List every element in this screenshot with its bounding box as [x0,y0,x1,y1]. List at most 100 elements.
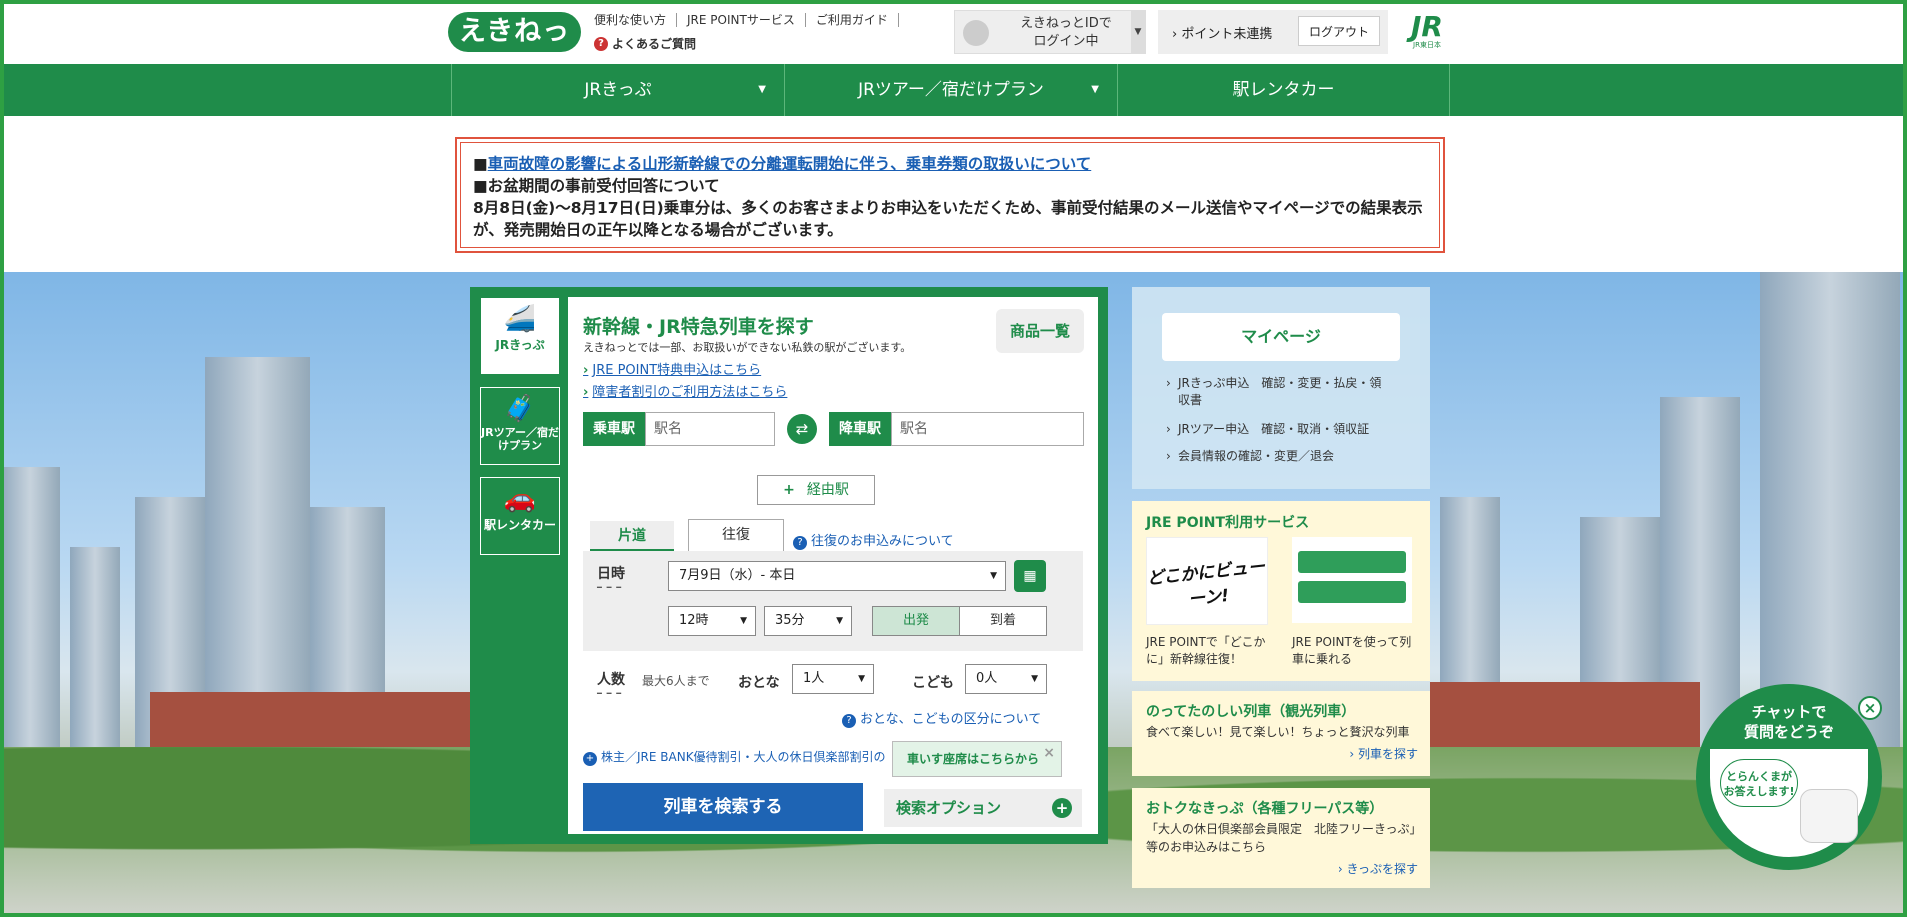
chat-widget[interactable]: チャットで 質問をどうぞ とらんくまが お答えします! [1696,684,1882,870]
pax-label-underline: ━ ━ ━ [597,689,623,698]
to-station-label: 降車駅 [829,412,891,446]
close-icon[interactable]: × [1858,696,1882,720]
promo-sightseeing-train[interactable]: のってたのしい列車（観光列車） 食べて楽しい！見て楽しい！ちょっと贅沢な列車 ›… [1132,691,1430,776]
promo-free-pass-link[interactable]: › きっぷを探す [1338,860,1418,877]
age-help-link[interactable]: ? おとな、こどもの区分について [842,708,1041,728]
header-links: 便利な使い方 JRE POINTサービス ご利用ガイド [594,13,899,27]
pax-label-text: 人数 [597,672,625,688]
date-select[interactable]: 7月9日（水）- 本日 ▼ [668,561,1006,591]
point-status[interactable]: › ポイント未連携 [1172,23,1272,42]
notice-line-1: ■車両故障の影響による山形新幹線での分離運転開始に伴う、乗車券類の取扱いについて [473,155,1092,173]
wheelchair-tooltip-text: 車いす座席はこちらから [907,752,1040,766]
minute-value: 35分 [775,613,805,628]
logout-button[interactable]: ログアウト [1298,16,1380,46]
jre-point-box: JRE POINT利用サービス どこかにビューーン! JRE POINTで「どこ… [1132,501,1430,681]
child-value: 0人 [976,671,998,686]
nav-jr-tour-label: JRツアー／宿だけプラン [858,80,1044,100]
chevron-down-icon: ▼ [1031,674,1038,684]
mypage-button[interactable]: マイページ [1162,313,1400,361]
notice-link[interactable]: 車両故障の影響による山形新幹線での分離運転開始に伴う、乗車券類の取扱いについて [488,155,1092,173]
login-status-text: えきねっとIDで ログイン中 [1011,15,1121,51]
discount-link[interactable]: + 株主／JRE BANK優待割引・大人の休日倶楽部割引の [583,748,886,766]
minute-select[interactable]: 35分 ▼ [764,606,852,636]
notice-body: 8月8日(金)～8月17日(日)乗車分は、多くのお客さまよりお申込をいただくため… [473,199,1423,239]
promo-free-pass[interactable]: おトクなきっぷ（各種フリーパス等） 「大人の休日倶楽部会員限定 北陸フリーきっぷ… [1132,788,1430,888]
close-icon[interactable]: × [1043,736,1055,770]
calendar-icon[interactable]: ▦ [1014,560,1046,592]
faq-label: よくあるご質問 [612,37,697,51]
ticket-card-icon [1298,551,1406,573]
chevron-down-icon: ▼ [858,674,865,684]
header-link-howto[interactable]: 便利な使い方 [594,13,678,27]
suitcase-icon: 🧳 [503,394,537,424]
to-station-input[interactable]: 駅名 [891,412,1084,446]
search-form: 新幹線・JR特急列車を探す えきねっとでは一部、お取扱いができない私鉄の駅がござ… [568,297,1098,834]
hour-select[interactable]: 12時 ▼ [668,606,756,636]
mypage-link-ticket[interactable]: JRきっぷ申込 確認・変更・払戻・領収書 [1166,375,1388,409]
login-status-line1: えきねっとIDで [1020,16,1112,31]
disability-discount-link-label: 障害者割引のご利用方法はこちら [592,385,788,400]
chevron-right-icon: › [583,385,589,400]
promo-free-pass-link-label: きっぷを探す [1346,862,1418,876]
swap-stations-icon[interactable]: ⇄ [787,414,817,444]
mypage-link-member[interactable]: 会員情報の確認・変更／退会 [1166,448,1388,465]
question-icon: ? [793,536,807,550]
jre-point-title: JRE POINT利用サービス [1146,515,1310,531]
side-tab-jr-tour[interactable]: 🧳 JRツアー／宿だけプラン [480,387,560,465]
side-tab-jr-ticket[interactable]: 🚄 JRきっぷ [480,297,560,375]
from-station-input[interactable]: 駅名 [645,412,775,446]
side-tab-rentacar-label: 駅レンタカー [483,518,556,532]
chat-title-line2: 質問をどうぞ [1743,723,1834,741]
nav-jr-tour[interactable]: JRツアー／宿だけプラン ▼ [784,64,1117,116]
faq-link[interactable]: ? よくあるご質問 [594,35,696,52]
date-label-text: 日時 [597,566,625,582]
chevron-down-icon: ▼ [740,616,747,626]
login-status[interactable]: えきねっとIDで ログイン中 ▼ [954,10,1146,54]
point-status-box: › ポイント未連携 ログアウト [1158,10,1388,54]
via-station-button[interactable]: + 経由駅 [757,475,875,505]
chat-inner: とらんくまが お答えします! [1710,749,1868,857]
discount-link-label: 株主／JRE BANK優待割引・大人の休日倶楽部割引の [601,750,886,764]
dokokani-caption[interactable]: JRE POINTで「どこかに」新幹線往復！ [1146,634,1266,668]
plus-icon: + [1052,798,1072,818]
promo-sightseeing-link-label: 列車を探す [1357,747,1418,761]
child-select[interactable]: 0人 ▼ [965,664,1047,694]
side-tab-rentacar[interactable]: 🚗 駅レンタカー [480,477,560,555]
jre-ticket-caption[interactable]: JRE POINTを使って列車に乗れる [1292,634,1412,668]
promo-sightseeing-text: 食べて楽しい！見て楽しい！ちょっと贅沢な列車 [1146,725,1410,739]
datetime-box: 日時 ━ ━ ━ 7月9日（水）- 本日 ▼ ▦ 12時 ▼ 35分 ▼ 出発 到着 [583,551,1083,651]
side-tab-jr-ticket-label: JRきっぷ [495,338,545,352]
chevron-right-icon: › [583,363,589,378]
search-options-button[interactable]: 検索オプション + [884,789,1082,827]
ekinet-logo[interactable]: えきねっと [448,12,581,87]
from-station-label: 乗車駅 [583,412,645,446]
arrive-toggle[interactable]: 到着 [959,606,1047,636]
header-link-guide[interactable]: ご利用ガイド [806,13,899,27]
jre-ticket-banner[interactable] [1292,537,1412,623]
adult-select[interactable]: 1人 ▼ [792,664,874,694]
wheelchair-tooltip[interactable]: 車いす座席はこちらから × [892,741,1062,777]
chevron-down-icon: ▼ [990,571,997,581]
adult-value: 1人 [803,671,825,686]
jre-point-link[interactable]: › JRE POINT特典申込はこちら [583,359,761,378]
depart-toggle[interactable]: 出発 [872,606,960,636]
point-status-label: ポイント未連携 [1181,27,1273,42]
disability-discount-link[interactable]: › 障害者割引のご利用方法はこちら [583,381,787,400]
nav-jr-ticket[interactable]: JRきっぷ ▼ [451,64,784,116]
nav-rentacar[interactable]: 駅レンタカー [1117,64,1450,116]
promo-sightseeing-title: のってたのしい列車（観光列車） [1146,704,1356,720]
chevron-down-icon[interactable]: ▼ [1131,11,1145,53]
bear-mascot-icon [1800,789,1858,843]
search-trains-button[interactable]: 列車を検索する [583,783,863,831]
product-list-button[interactable]: 商品一覧 [996,309,1084,353]
mypage-link-tour[interactable]: JRツアー申込 確認・取消・領収証 [1166,421,1388,438]
tab-oneway[interactable]: 片道 [590,521,674,551]
tab-roundtrip[interactable]: 往復 [688,519,784,551]
notice-box: ■車両故障の影響による山形新幹線での分離運転開始に伴う、乗車券類の取扱いについて… [455,137,1445,253]
date-label: 日時 ━ ━ ━ [597,563,625,592]
header-link-jrepoint[interactable]: JRE POINTサービス [677,13,806,27]
promo-free-pass-text: 「大人の休日倶楽部会員限定 北陸フリーきっぷ」等のお申込みはこちら [1146,822,1416,854]
dokokani-banner[interactable]: どこかにビューーン! [1146,537,1268,625]
roundtrip-help-link[interactable]: ? 往復のお申込みについて [793,530,954,550]
promo-sightseeing-link[interactable]: › 列車を探す [1349,745,1418,762]
